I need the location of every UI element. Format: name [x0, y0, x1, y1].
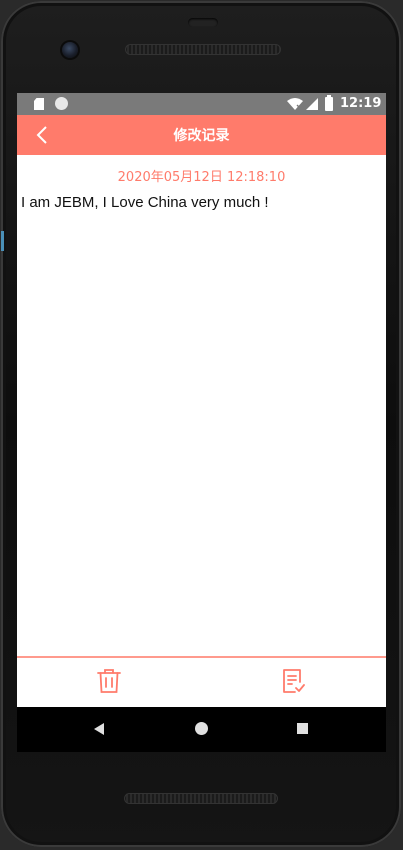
front-camera	[62, 42, 78, 58]
nav-back-icon[interactable]	[92, 722, 106, 736]
trash-icon[interactable]	[97, 668, 121, 694]
page-title: 修改记录	[173, 128, 230, 144]
note-check-icon[interactable]	[281, 668, 305, 694]
bottom-speaker	[124, 793, 278, 804]
status-bar: 12:19	[17, 93, 386, 115]
battery-icon	[325, 95, 333, 111]
app-bar: 修改记录	[17, 115, 386, 155]
system-nav-bar	[17, 707, 386, 752]
nav-home-icon[interactable]	[195, 722, 208, 735]
wifi-icon	[287, 98, 303, 110]
note-content-field[interactable]: I am JEBM, I Love China very much !	[21, 194, 381, 211]
nav-recents-icon[interactable]	[297, 723, 308, 734]
top-speaker	[125, 44, 281, 55]
circle-indicator-icon	[55, 97, 68, 110]
status-time: 12:19	[340, 96, 382, 111]
bottom-action-bar	[17, 658, 386, 707]
note-timestamp: 2020年05月12日 12:18:10	[117, 170, 286, 185]
sd-card-icon	[34, 98, 44, 110]
device-screen: 12:19 修改记录 2020年05月12日 12:18:10 I am JEB…	[17, 93, 386, 752]
side-accent	[1, 231, 4, 251]
earpiece	[188, 18, 218, 27]
signal-icon	[306, 98, 318, 110]
